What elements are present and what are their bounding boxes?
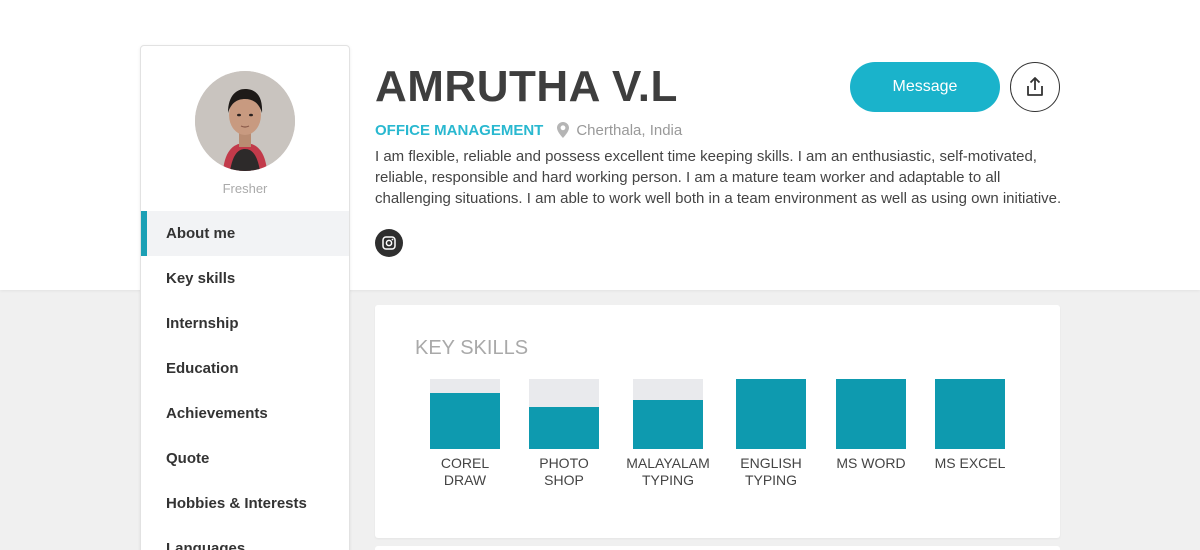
instagram-icon bbox=[382, 236, 396, 250]
avatar bbox=[195, 71, 295, 171]
sidebar-item-languages[interactable]: Languages bbox=[141, 526, 349, 550]
share-button[interactable] bbox=[1010, 62, 1060, 112]
profile-sidebar: Fresher About me Key skills Internship E… bbox=[140, 45, 350, 550]
sidebar-nav: About me Key skills Internship Education… bbox=[141, 211, 349, 550]
skill-level-fill bbox=[935, 379, 1005, 449]
profile-name: AMRUTHA V.L bbox=[375, 62, 678, 111]
skill-item: COREL DRAW bbox=[415, 379, 515, 489]
location-text: Cherthala, India bbox=[576, 121, 683, 139]
profile-bio: I am flexible, reliable and possess exce… bbox=[375, 148, 1062, 207]
next-section-card bbox=[375, 546, 1060, 550]
profile-subtitle: OFFICE MANAGEMENT Cherthala, India bbox=[375, 120, 682, 140]
skill-item: MS WORD bbox=[821, 379, 921, 472]
skill-item: MALAYALAM TYPING bbox=[618, 379, 718, 489]
sidebar-item-internship[interactable]: Internship bbox=[141, 301, 349, 346]
skill-label: PHOTO SHOP bbox=[539, 455, 589, 488]
skill-level-fill bbox=[633, 400, 703, 449]
instagram-link[interactable] bbox=[375, 229, 403, 257]
location: Cherthala, India bbox=[557, 122, 682, 139]
sidebar-item-hobbies[interactable]: Hobbies & Interests bbox=[141, 481, 349, 526]
skill-item: ENGLISH TYPING bbox=[721, 379, 821, 489]
skill-label: MS EXCEL bbox=[934, 455, 1006, 471]
skill-label: COREL DRAW bbox=[440, 455, 490, 488]
skill-level-bar bbox=[736, 379, 806, 449]
skill-label: ENGLISH TYPING bbox=[740, 455, 802, 488]
skill-item: PHOTO SHOP bbox=[514, 379, 614, 489]
skill-level-bar bbox=[529, 379, 599, 449]
avatar-photo bbox=[195, 71, 295, 171]
skill-level-bar bbox=[836, 379, 906, 449]
skill-label: MALAYALAM TYPING bbox=[626, 455, 710, 488]
key-skills-title: KEY SKILLS bbox=[415, 337, 529, 359]
job-title: OFFICE MANAGEMENT bbox=[375, 121, 544, 139]
skill-label: MS WORD bbox=[836, 455, 906, 471]
sidebar-item-achievements[interactable]: Achievements bbox=[141, 391, 349, 436]
message-button[interactable]: Message bbox=[850, 62, 1000, 112]
skill-level-fill bbox=[736, 379, 806, 449]
skill-level-fill bbox=[836, 379, 906, 449]
skill-level-bar bbox=[430, 379, 500, 449]
skill-level-bar bbox=[633, 379, 703, 449]
sidebar-item-about-me[interactable]: About me bbox=[141, 211, 349, 256]
sidebar-item-quote[interactable]: Quote bbox=[141, 436, 349, 481]
skill-level-bar bbox=[935, 379, 1005, 449]
map-pin-icon bbox=[557, 122, 570, 138]
share-icon bbox=[1027, 77, 1043, 96]
sidebar-item-key-skills[interactable]: Key skills bbox=[141, 256, 349, 301]
skill-level-fill bbox=[529, 407, 599, 449]
key-skills-card: KEY SKILLS COREL DRAW PHOTO SHOP MALAYAL… bbox=[375, 305, 1060, 538]
sidebar-item-education[interactable]: Education bbox=[141, 346, 349, 391]
skill-item: MS EXCEL bbox=[920, 379, 1020, 472]
profile-status: Fresher bbox=[222, 181, 268, 196]
skill-level-fill bbox=[430, 393, 500, 449]
